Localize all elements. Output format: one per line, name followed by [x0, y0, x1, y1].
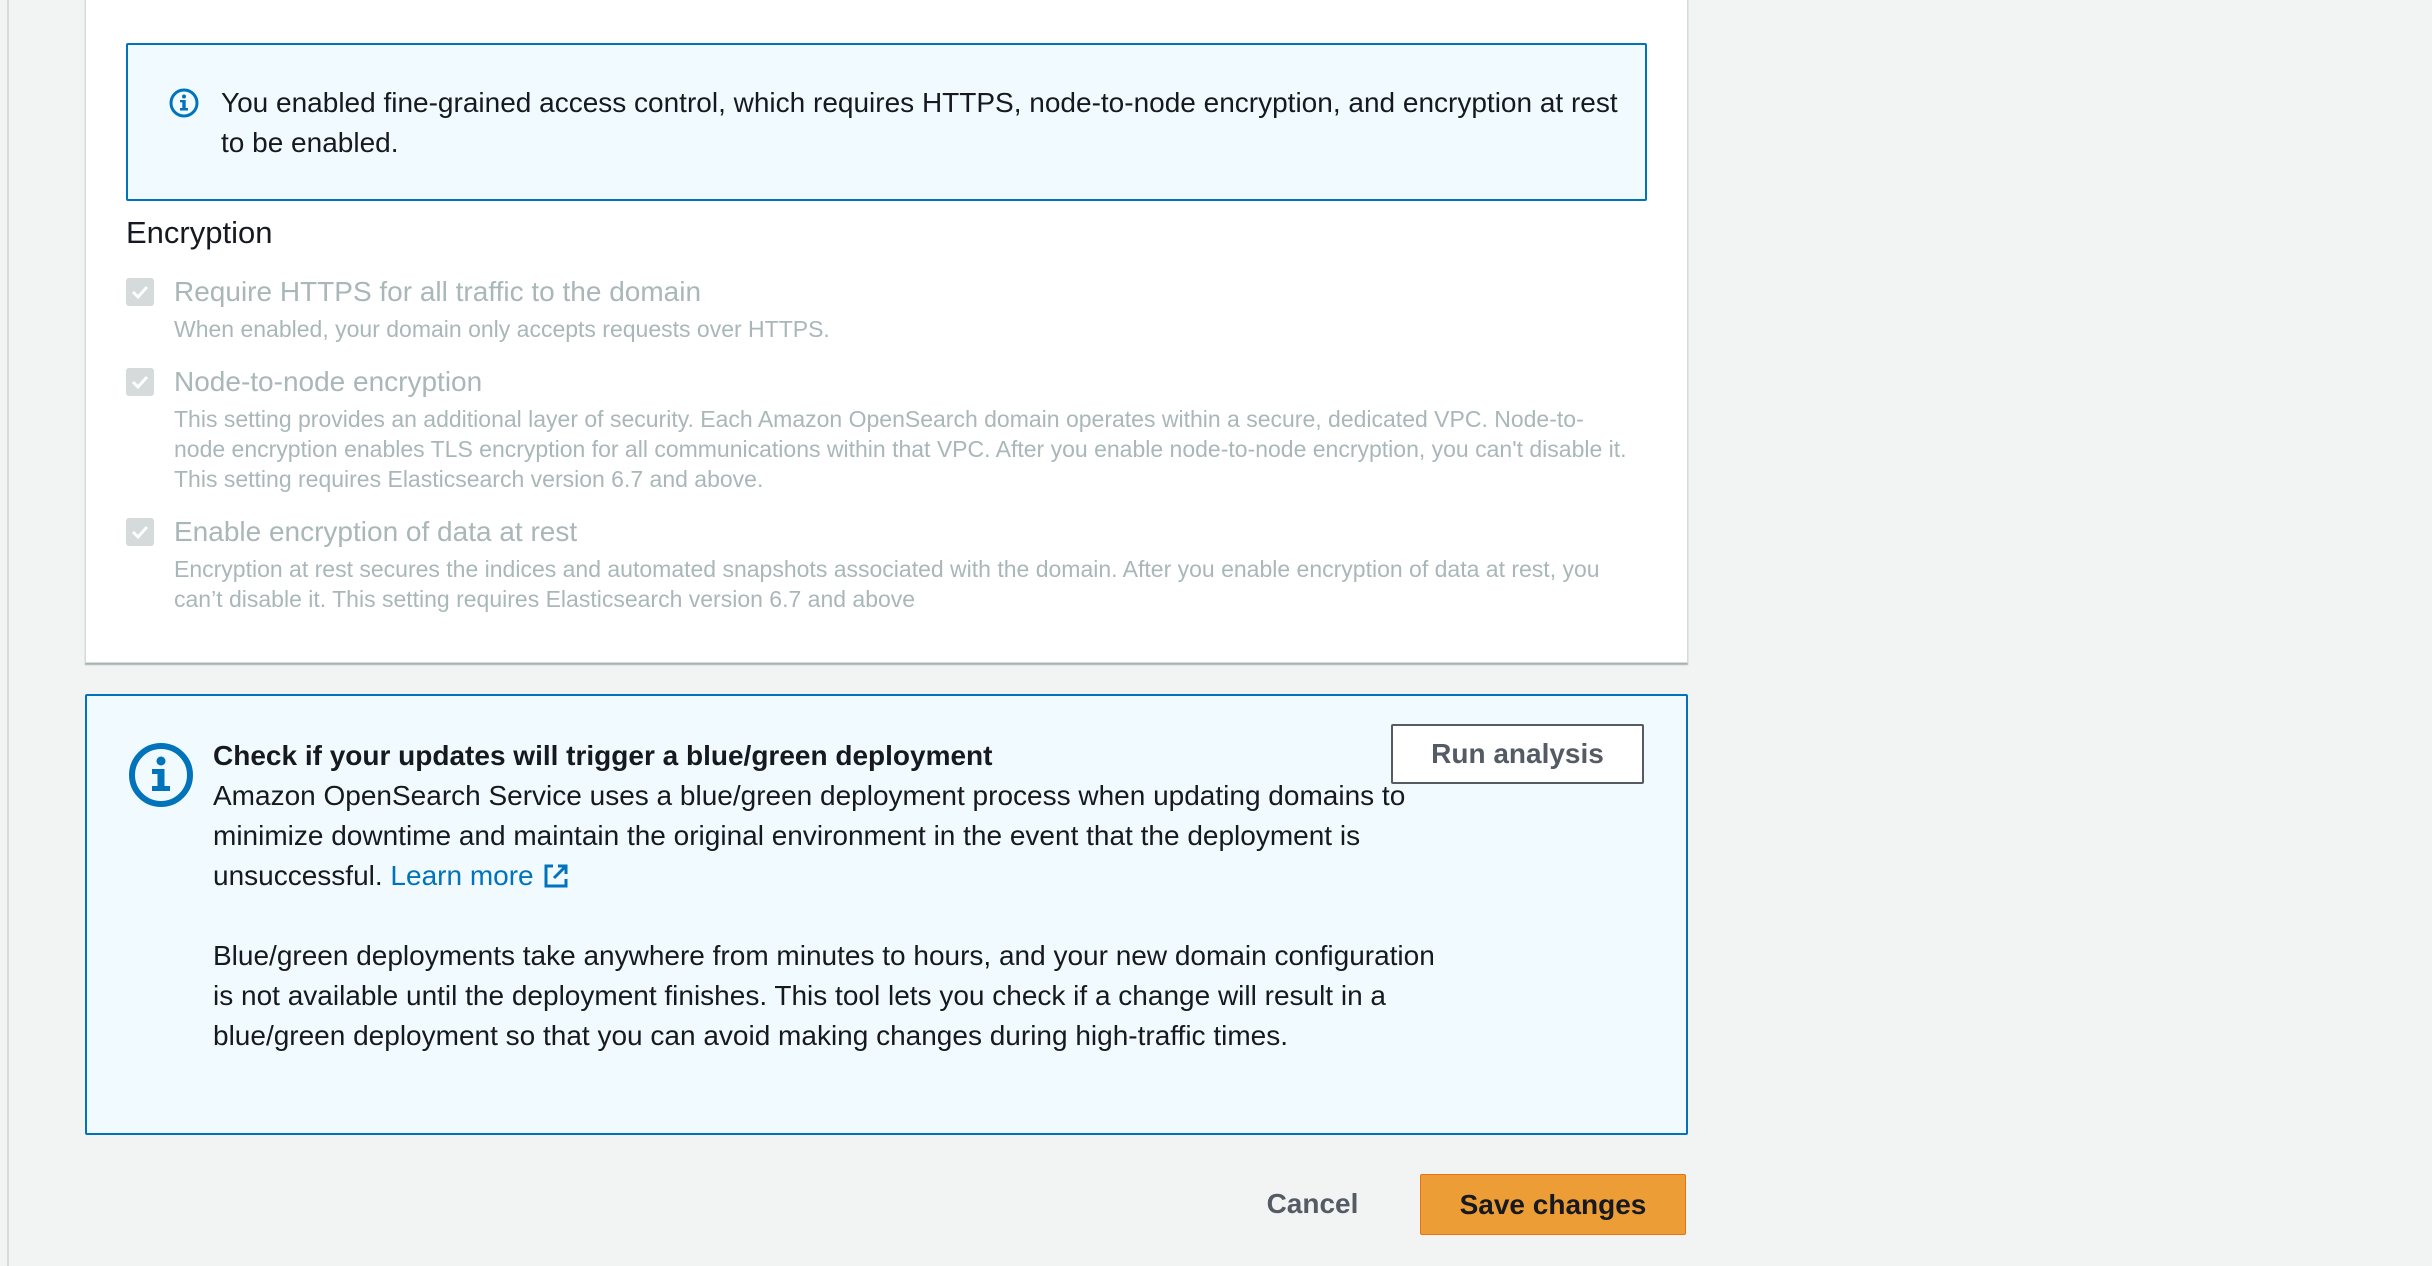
blue-green-heading: Check if your updates will trigger a blu… [213, 740, 993, 771]
fgac-info-alert: You enabled fine-grained access control,… [126, 43, 1647, 201]
node-to-node-description: This setting provides an additional laye… [174, 406, 1627, 492]
node-to-node-checkbox[interactable] [126, 368, 154, 396]
blue-green-info-alert: Check if your updates will trigger a blu… [85, 694, 1688, 1135]
cancel-button[interactable]: Cancel [1240, 1176, 1385, 1232]
fgac-alert-text: You enabled fine-grained access control,… [221, 87, 1618, 158]
blue-green-description: Amazon OpenSearch Service uses a blue/gr… [213, 776, 1443, 901]
encryption-at-rest-label: Enable encryption of data at rest [174, 516, 578, 547]
encryption-at-rest-description: Encryption at rest secures the indices a… [174, 556, 1600, 612]
require-https-checkbox[interactable] [126, 278, 154, 306]
learn-more-link[interactable]: Learn more [390, 860, 569, 891]
require-https-label: Require HTTPS for all traffic to the dom… [174, 276, 702, 307]
learn-more-label: Learn more [390, 860, 534, 891]
info-icon [127, 741, 195, 809]
external-link-icon [542, 861, 570, 901]
info-icon [168, 87, 200, 119]
run-analysis-button[interactable]: Run analysis [1391, 724, 1644, 784]
encryption-at-rest-checkbox[interactable] [126, 518, 154, 546]
require-https-description: When enabled, your domain only accepts r… [174, 316, 830, 342]
save-changes-button[interactable]: Save changes [1420, 1174, 1686, 1235]
blue-green-details: Blue/green deployments take anywhere fro… [213, 940, 1435, 1051]
encryption-section-title: Encryption [126, 215, 273, 250]
node-to-node-label: Node-to-node encryption [174, 366, 483, 397]
page-left-border [7, 0, 9, 1266]
